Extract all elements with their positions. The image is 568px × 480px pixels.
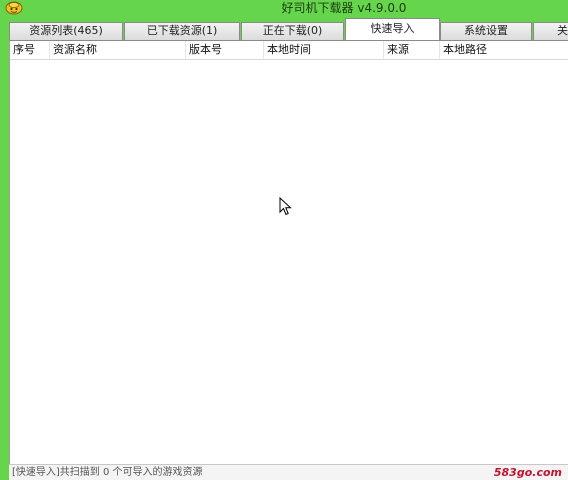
tab-about[interactable]: 关	[533, 22, 568, 40]
mouse-cursor-icon	[279, 196, 293, 217]
column-header-index[interactable]: 序号	[10, 41, 50, 59]
app-window: 好司机下载器 v4.9.0.0 资源列表(465) 已下载资源(1) 正在下载(…	[0, 0, 568, 480]
tab-settings[interactable]: 系统设置	[440, 22, 532, 40]
table-header: 序号 资源名称 版本号 本地时间 来源 本地路径	[10, 41, 568, 60]
table-body[interactable]	[10, 60, 568, 464]
tab-quick-import[interactable]: 快速导入	[345, 18, 440, 40]
title-bar[interactable]: 好司机下载器 v4.9.0.0	[0, 0, 568, 16]
status-message: [快速导入]共扫描到 0 个可导入的游戏资源	[12, 467, 203, 478]
column-header-name[interactable]: 资源名称	[50, 41, 186, 59]
quick-import-panel: 序号 资源名称 版本号 本地时间 来源 本地路径	[9, 40, 568, 464]
window-title: 好司机下载器 v4.9.0.0	[281, 1, 407, 15]
status-bar: [快速导入]共扫描到 0 个可导入的游戏资源 583go.com	[9, 464, 568, 480]
column-header-source[interactable]: 来源	[384, 41, 440, 59]
column-header-local-time[interactable]: 本地时间	[264, 41, 384, 59]
tab-bar: 资源列表(465) 已下载资源(1) 正在下载(0) 快速导入 系统设置 关	[9, 18, 568, 40]
column-header-local-path[interactable]: 本地路径	[440, 41, 568, 59]
tab-downloading[interactable]: 正在下载(0)	[241, 22, 344, 40]
watermark-logo: 583go.com	[493, 466, 562, 479]
tab-resource-list[interactable]: 资源列表(465)	[9, 22, 123, 40]
tab-downloaded[interactable]: 已下载资源(1)	[124, 22, 240, 40]
column-header-version[interactable]: 版本号	[186, 41, 264, 59]
